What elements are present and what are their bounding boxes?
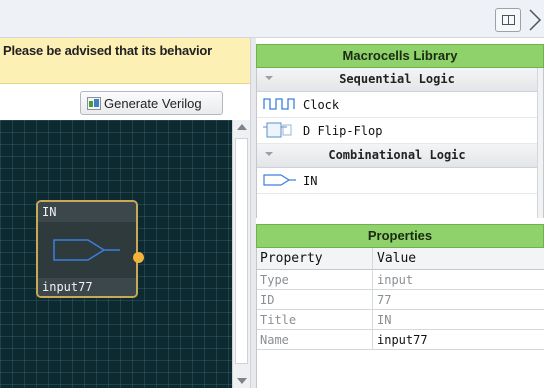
table-header-row: Property Value (257, 248, 544, 270)
category-combinational-logic[interactable]: Combinational Logic (257, 144, 537, 168)
property-value: 77 (377, 293, 392, 307)
node-title: IN (42, 205, 57, 219)
output-port[interactable] (133, 252, 144, 263)
library-item-in[interactable]: IN (257, 168, 537, 194)
scrollbar-thumb[interactable] (235, 138, 248, 364)
behavior-notice: Please be advised that its behavior (0, 38, 250, 84)
scroll-up-arrow-icon[interactable] (237, 124, 247, 130)
clock-wave-icon (263, 98, 295, 110)
d-flipflop-icon (263, 122, 292, 138)
column-divider (372, 330, 373, 350)
property-name: Name (260, 333, 289, 347)
macrocell-library: Sequential Logic Clock D Flip-Flop Combi… (256, 68, 544, 218)
table-row[interactable]: ID 77 (257, 290, 544, 310)
property-name: Title (260, 313, 297, 327)
library-header: Macrocells Library (256, 44, 544, 68)
column-divider (372, 310, 373, 330)
action-bar: Generate Verilog (0, 84, 250, 120)
verilog-generate-icon (87, 97, 101, 110)
input-pin-icon (53, 239, 120, 261)
library-item-label: D Flip-Flop (303, 124, 383, 138)
category-label: Sequential Logic (339, 72, 455, 86)
split-panel-button[interactable] (495, 8, 521, 32)
property-value: input (377, 273, 414, 287)
node-name-bar: input77 (38, 278, 136, 296)
scroll-down-arrow-icon[interactable] (237, 378, 247, 384)
property-name: ID (260, 293, 275, 307)
properties-header: Properties (256, 224, 544, 248)
node-name: input77 (42, 280, 93, 294)
split-panel-icon (502, 15, 515, 25)
library-item-label: IN (303, 174, 318, 188)
canvas-scrollbar[interactable] (232, 120, 250, 388)
notice-text: Please be advised that its behavior (3, 43, 213, 58)
input-pin-icon (263, 174, 296, 186)
generate-verilog-button[interactable]: Generate Verilog (80, 91, 223, 115)
table-row[interactable]: Type input (257, 270, 544, 290)
property-value: IN (377, 313, 392, 327)
property-name: Type (260, 273, 289, 287)
node-body (38, 222, 136, 278)
generate-verilog-label: Generate Verilog (104, 96, 202, 111)
library-scrollbar[interactable] (537, 68, 543, 218)
column-divider (372, 270, 373, 290)
column-header-value: Value (377, 251, 417, 266)
macrocell-node[interactable]: IN input77 (36, 200, 138, 298)
properties-table: Property Value Type input ID 77 Title IN… (256, 248, 544, 388)
app-window: Please be advised that its behavior Gene… (0, 0, 544, 388)
table-row[interactable]: Name input77 (257, 330, 544, 350)
category-sequential-logic[interactable]: Sequential Logic (257, 68, 537, 92)
table-row[interactable]: Title IN (257, 310, 544, 330)
property-value-editable[interactable]: input77 (377, 333, 428, 347)
node-title-bar: IN (38, 202, 136, 222)
library-item-label: Clock (303, 98, 340, 112)
library-item-clock[interactable]: Clock (257, 92, 537, 118)
right-panel: Macrocells Library Sequential Logic Cloc… (256, 44, 544, 388)
chevron-right-icon[interactable] (526, 6, 544, 34)
column-header-property: Property (260, 251, 323, 266)
category-label: Combinational Logic (328, 148, 466, 162)
top-toolbar (0, 0, 544, 38)
library-item-d-flip-flop[interactable]: D Flip-Flop (257, 118, 537, 144)
column-divider (372, 290, 373, 310)
column-divider (372, 248, 373, 270)
